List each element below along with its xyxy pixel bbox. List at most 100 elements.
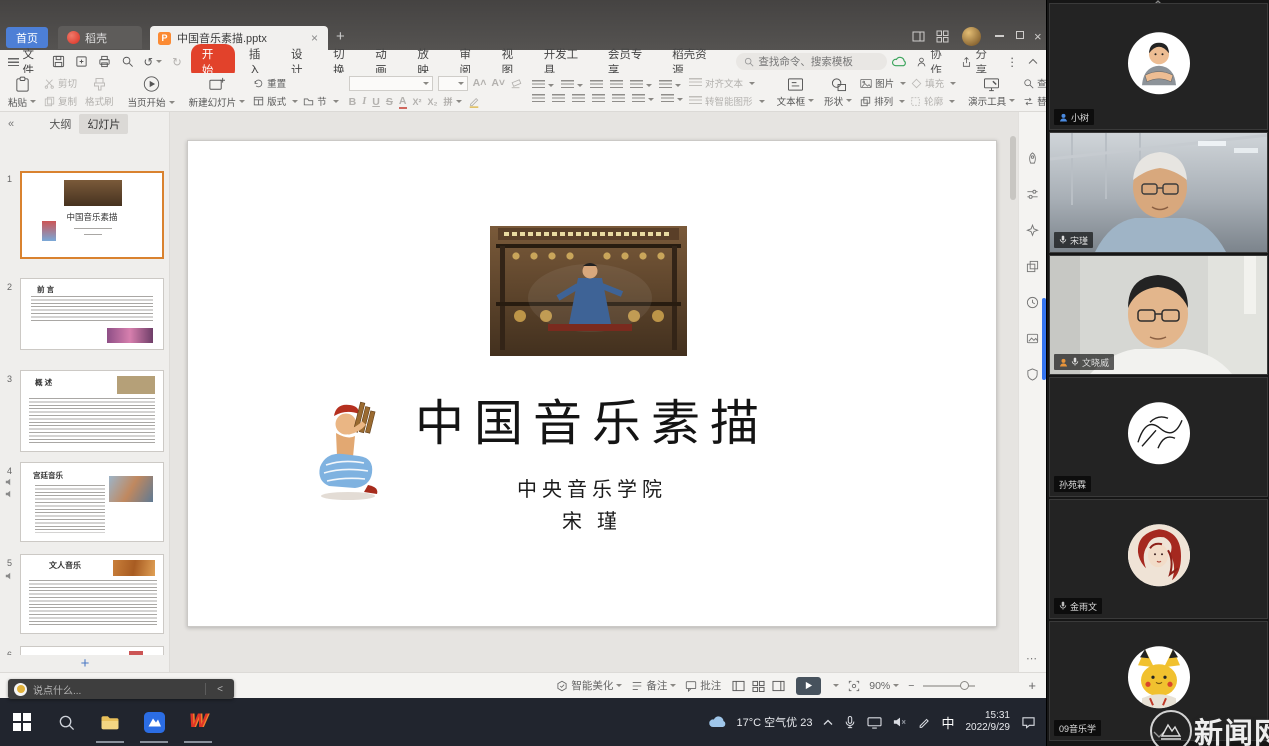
decrease-indent-icon[interactable] <box>590 80 603 90</box>
preview-icon[interactable] <box>118 55 137 68</box>
slide-1[interactable]: 中国音乐素描 中央音乐学院 宋 瑾 <box>187 140 997 627</box>
reset-button[interactable]: 重置 <box>253 76 339 90</box>
layout-button[interactable]: 版式 <box>253 94 298 108</box>
user-avatar[interactable] <box>962 27 981 46</box>
reading-view-icon[interactable] <box>772 680 785 692</box>
align-center-icon[interactable] <box>552 94 565 104</box>
slide-thumb-1[interactable]: 中国音乐素描 <box>20 171 164 259</box>
speaker-icon[interactable] <box>893 716 907 728</box>
slide-thumb-3[interactable]: 概 述 <box>20 370 164 452</box>
outline-button[interactable]: 轮廓 <box>910 94 955 108</box>
ime-indicator[interactable]: 中 <box>941 713 954 732</box>
zoom-in-button[interactable]: + <box>1028 678 1036 693</box>
superscript-button[interactable]: X² <box>413 97 422 107</box>
paragraph-settings-button[interactable] <box>632 94 654 104</box>
slide-org[interactable]: 中央音乐学院 <box>188 473 996 502</box>
slide-thumb-5[interactable]: 文人音乐 <box>20 554 164 634</box>
font-color-button[interactable]: A <box>399 95 407 109</box>
participant-tile[interactable]: 孙苑霖 <box>1049 377 1268 497</box>
columns-button[interactable] <box>661 94 683 104</box>
align-left-icon[interactable] <box>532 94 545 104</box>
smart-beautify-button[interactable]: 智能美化 <box>556 678 622 693</box>
participant-tile[interactable]: 宋瑾 <box>1049 132 1268 253</box>
fill-button[interactable]: 填充 <box>911 76 956 90</box>
display-icon[interactable] <box>867 716 882 729</box>
slide-photo-bianzhong[interactable] <box>490 226 687 356</box>
picture-button[interactable]: 图片 <box>860 76 906 90</box>
cut-button[interactable]: 剪切 <box>44 76 77 90</box>
participant-tile[interactable]: 金雨文 <box>1049 499 1268 619</box>
replace-button[interactable]: 替换 <box>1023 94 1046 108</box>
fit-page-icon[interactable] <box>848 680 860 692</box>
emoji-icon[interactable] <box>14 683 27 696</box>
window-grid-icon[interactable] <box>936 30 949 43</box>
slide-thumb-4[interactable]: 宫廷音乐 <box>20 462 164 542</box>
distribute-icon[interactable] <box>612 94 625 104</box>
cloud-sync-icon[interactable] <box>891 55 906 68</box>
wps-office-button[interactable]: W <box>176 700 220 744</box>
meeting-app-button[interactable] <box>132 700 176 744</box>
increase-indent-icon[interactable] <box>610 80 623 90</box>
new-slide-button[interactable]: 新建幻灯片 <box>184 75 251 109</box>
underline-button[interactable]: U <box>372 96 380 108</box>
subscript-button[interactable]: X₂ <box>428 97 438 107</box>
redo-icon[interactable]: ↻ <box>169 55 185 69</box>
beautify-rocket-icon[interactable] <box>1026 152 1039 165</box>
shield-icon[interactable] <box>1026 368 1039 381</box>
pinyin-button[interactable]: 拼 <box>444 95 462 108</box>
align-right-icon[interactable] <box>572 94 585 104</box>
participant-tile[interactable]: 小树 <box>1049 3 1268 130</box>
meeting-chat-bar[interactable]: 说点什么... < <box>8 679 234 699</box>
tab-docer[interactable]: 稻壳 <box>58 26 142 49</box>
taskbar-search-button[interactable] <box>44 700 88 744</box>
weather-icon[interactable] <box>708 715 726 729</box>
format-painter-button[interactable]: 格式刷 <box>80 75 119 109</box>
restore-button[interactable] <box>1016 31 1024 39</box>
zoom-level[interactable]: 90% <box>869 680 899 692</box>
copy-button[interactable]: 复制 <box>44 94 77 108</box>
sorter-view-icon[interactable] <box>752 680 765 692</box>
participant-tile[interactable]: 文晓威 <box>1049 255 1268 375</box>
bold-button[interactable]: B <box>349 96 357 108</box>
shape-button[interactable]: 形状 <box>819 75 857 109</box>
add-slide-button[interactable]: + <box>0 655 170 672</box>
zoom-out-button[interactable]: − <box>908 680 914 692</box>
clock[interactable]: 15:31 2022/9/29 <box>966 710 1011 734</box>
slideshow-play-button[interactable] <box>796 677 821 695</box>
notes-button[interactable]: 备注 <box>631 678 676 693</box>
comments-button[interactable]: 批注 <box>685 678 721 693</box>
collapse-chat-button[interactable]: < <box>212 684 228 695</box>
canvas-scrollbar[interactable] <box>1010 136 1016 200</box>
normal-view-icon[interactable] <box>732 680 745 692</box>
window-split-icon[interactable] <box>912 30 925 43</box>
tab-outline[interactable]: 大纲 <box>41 114 79 134</box>
undo-icon[interactable]: ↺ <box>141 55 166 69</box>
decrease-font-icon[interactable]: A˅ <box>491 77 505 89</box>
present-tools-button[interactable]: 演示工具 <box>963 75 1020 109</box>
line-spacing-button[interactable] <box>630 80 652 90</box>
arrange-button[interactable]: 排列 <box>860 94 905 108</box>
play-options-caret[interactable] <box>833 684 839 687</box>
clear-format-icon[interactable] <box>510 77 522 89</box>
image-edit-icon[interactable] <box>1026 332 1039 345</box>
strikethrough-button[interactable]: S <box>386 96 393 108</box>
command-search[interactable] <box>736 53 887 70</box>
find-button[interactable]: 查找 <box>1023 76 1046 90</box>
italic-button[interactable]: I <box>362 96 366 107</box>
rail-more-button[interactable]: ⋯ <box>1026 652 1038 665</box>
collapse-panel-button[interactable]: « <box>8 118 14 130</box>
file-explorer-button[interactable] <box>88 700 132 744</box>
zoom-slider-knob[interactable] <box>960 681 969 690</box>
material-layers-icon[interactable] <box>1026 260 1039 273</box>
weather-text[interactable]: 17°C 空气优 23 <box>737 714 813 730</box>
slide-thumb-6[interactable]: 宗教音乐 <box>20 646 164 655</box>
print-icon[interactable] <box>95 55 114 68</box>
numbering-button[interactable] <box>561 80 583 90</box>
effects-star-icon[interactable] <box>1026 224 1039 237</box>
font-name-select[interactable] <box>349 76 433 91</box>
justify-icon[interactable] <box>592 94 605 104</box>
tray-chevron-icon[interactable] <box>823 719 833 726</box>
search-input[interactable] <box>758 56 876 68</box>
textbox-button[interactable]: 文本框 <box>772 75 820 109</box>
increase-font-icon[interactable]: A˄ <box>473 77 487 89</box>
